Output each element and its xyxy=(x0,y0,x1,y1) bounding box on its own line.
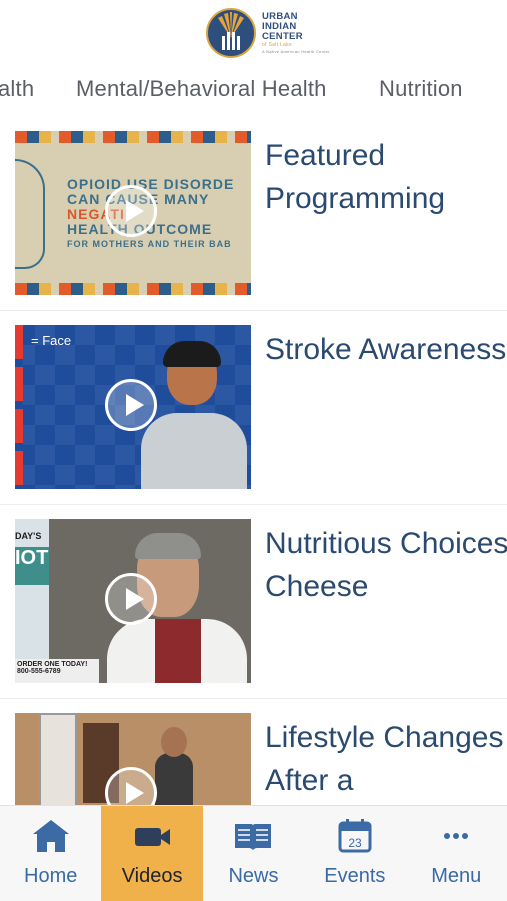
video-thumbnail[interactable]: DAY'S IOT ORDER ONE TODAY! 800-555-6789 xyxy=(15,519,251,683)
presenter-hair xyxy=(135,533,201,559)
bottom-navigation: Home Videos News 23 Events Menu xyxy=(0,805,507,901)
home-icon xyxy=(32,820,69,852)
video-title[interactable]: Stroke Awareness xyxy=(265,328,507,371)
nav-menu[interactable]: Menu xyxy=(406,806,507,901)
video-item-nutritious-choices-cheese[interactable]: DAY'S IOT ORDER ONE TODAY! 800-555-6789 … xyxy=(0,506,507,699)
app-logo: URBAN INDIAN CENTER of Salt Lake A Nativ… xyxy=(206,6,330,60)
fast-letters-bar xyxy=(15,325,23,489)
decorative-band xyxy=(15,131,251,143)
video-thumbnail[interactable]: = Face xyxy=(15,325,251,489)
nav-events[interactable]: 23 Events xyxy=(304,806,405,901)
character-hair xyxy=(163,341,221,367)
decorative-band xyxy=(15,283,251,295)
tab-health[interactable]: alth xyxy=(0,76,34,102)
tab-mental-behavioral-health[interactable]: Mental/Behavioral Health xyxy=(76,76,327,102)
video-camera-icon xyxy=(135,828,171,846)
order-banner: ORDER ONE TODAY! 800-555-6789 xyxy=(15,659,99,683)
tab-nutrition[interactable]: Nutrition xyxy=(379,76,463,102)
nav-label: Videos xyxy=(121,865,183,887)
nav-label: News xyxy=(228,865,279,887)
character-body xyxy=(141,413,247,489)
play-icon[interactable] xyxy=(105,185,157,237)
nav-label: Home xyxy=(24,865,78,887)
nav-home[interactable]: Home xyxy=(0,806,101,901)
more-dots-icon xyxy=(444,833,469,839)
nav-news[interactable]: News xyxy=(203,806,304,901)
category-tabs[interactable]: alth Mental/Behavioral Health Nutrition xyxy=(0,70,507,112)
calendar-icon: 23 xyxy=(338,819,372,853)
video-item-stroke-awareness[interactable]: = Face Stroke Awareness xyxy=(0,312,507,505)
pregnant-figure-illustration xyxy=(15,159,45,269)
video-title[interactable]: Lifestyle Changes After a xyxy=(265,716,507,802)
nav-label: Menu xyxy=(431,865,482,887)
thumbnail-text: OPIOID USE DISORDE CAN CAUSE MANY NEGATI… xyxy=(67,176,235,250)
play-icon[interactable] xyxy=(105,573,157,625)
video-title[interactable]: Featured Programming xyxy=(265,134,507,220)
nav-videos[interactable]: Videos xyxy=(101,806,203,901)
newspaper-icon xyxy=(235,824,272,850)
video-title[interactable]: Nutritious Choices - Cheese xyxy=(265,522,507,608)
logo-wordmark: URBAN INDIAN CENTER of Salt Lake A Nativ… xyxy=(262,10,330,54)
nav-label: Events xyxy=(324,865,386,887)
logo-emblem-icon xyxy=(206,8,256,58)
person-head xyxy=(161,727,187,757)
play-icon[interactable] xyxy=(105,379,157,431)
calendar-date: 23 xyxy=(348,836,362,850)
video-item-featured-programming[interactable]: OPIOID USE DISORDE CAN CAUSE MANY NEGATI… xyxy=(0,118,507,311)
video-thumbnail[interactable]: OPIOID USE DISORDE CAN CAUSE MANY NEGATI… xyxy=(15,131,251,295)
thumbnail-label: = Face xyxy=(31,333,72,348)
red-shirt xyxy=(155,619,201,683)
